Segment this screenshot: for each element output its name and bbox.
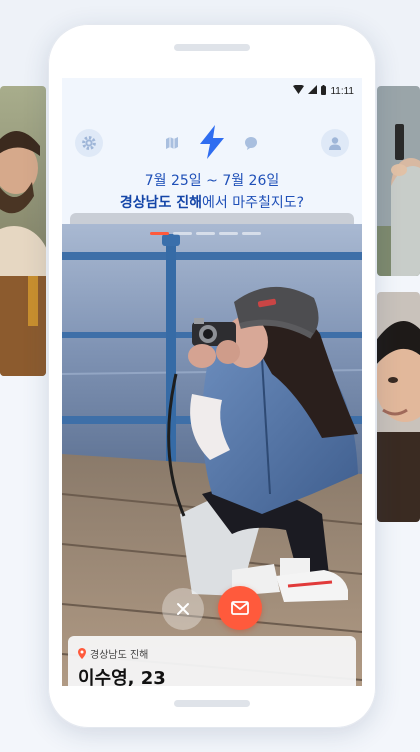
envelope-icon (231, 601, 249, 615)
phone-frame: 11:11 7월 25일 ~ 7월 26일 경상남도 진해에서 마주칠지도? 경… (48, 24, 376, 728)
profile-location-text: 경상남도 진해 (90, 650, 149, 661)
chat-button[interactable] (243, 135, 259, 151)
photo-progress-segment (242, 232, 261, 235)
phone-home-bar (174, 700, 250, 707)
side-card-left-photo (0, 86, 46, 376)
map-icon (166, 137, 178, 149)
encounter-question: 경상남도 진해에서 마주칠지도? (62, 192, 362, 212)
message-button[interactable] (218, 586, 262, 630)
status-bar: 11:11 (293, 84, 354, 98)
profile-location: 경상남도 진해 (78, 646, 148, 661)
date-range-text: 7월 25일 ~ 7월 26일 (144, 173, 280, 189)
chat-bubble-icon (245, 137, 257, 150)
wifi-icon (293, 84, 305, 97)
photo-progress-segment (173, 232, 192, 235)
question-suffix: 에서 마주칠지도? (202, 195, 305, 211)
phone-speaker (174, 44, 250, 51)
side-card-right-bottom-photo (377, 292, 420, 522)
person-icon (329, 137, 341, 150)
side-card-right-bottom (377, 292, 420, 522)
map-button[interactable] (164, 135, 180, 151)
location-pin-icon (78, 648, 86, 659)
settings-button[interactable] (75, 129, 103, 157)
profile-name-age: 이수영, 23 (78, 668, 166, 686)
status-time: 11:11 (330, 85, 354, 97)
close-icon (177, 603, 189, 615)
photo-progress-segment (219, 232, 238, 235)
side-card-right-top (377, 86, 420, 276)
profile-info-panel: 경상남도 진해 이수영, 23 (68, 636, 356, 686)
photo-progress-indicator (150, 232, 261, 235)
photo-progress-segment (196, 232, 215, 235)
profile-button[interactable] (321, 129, 349, 157)
pass-button[interactable] (162, 588, 204, 630)
side-card-right-top-photo (377, 86, 420, 276)
gear-icon (82, 136, 96, 150)
signal-icon (308, 85, 318, 97)
app-screen: 11:11 7월 25일 ~ 7월 26일 경상남도 진해에서 마주칠지도? 경… (62, 78, 362, 686)
side-card-left (0, 86, 46, 376)
main-tab-button[interactable] (194, 124, 230, 160)
profile-card[interactable]: 경상남도 진해 이수영, 23 (62, 224, 362, 686)
photo-progress-segment (150, 232, 169, 235)
profile-photo (62, 224, 362, 686)
lightning-icon (200, 125, 224, 159)
question-location: 경상남도 진해 (119, 195, 203, 211)
battery-icon (321, 84, 327, 98)
